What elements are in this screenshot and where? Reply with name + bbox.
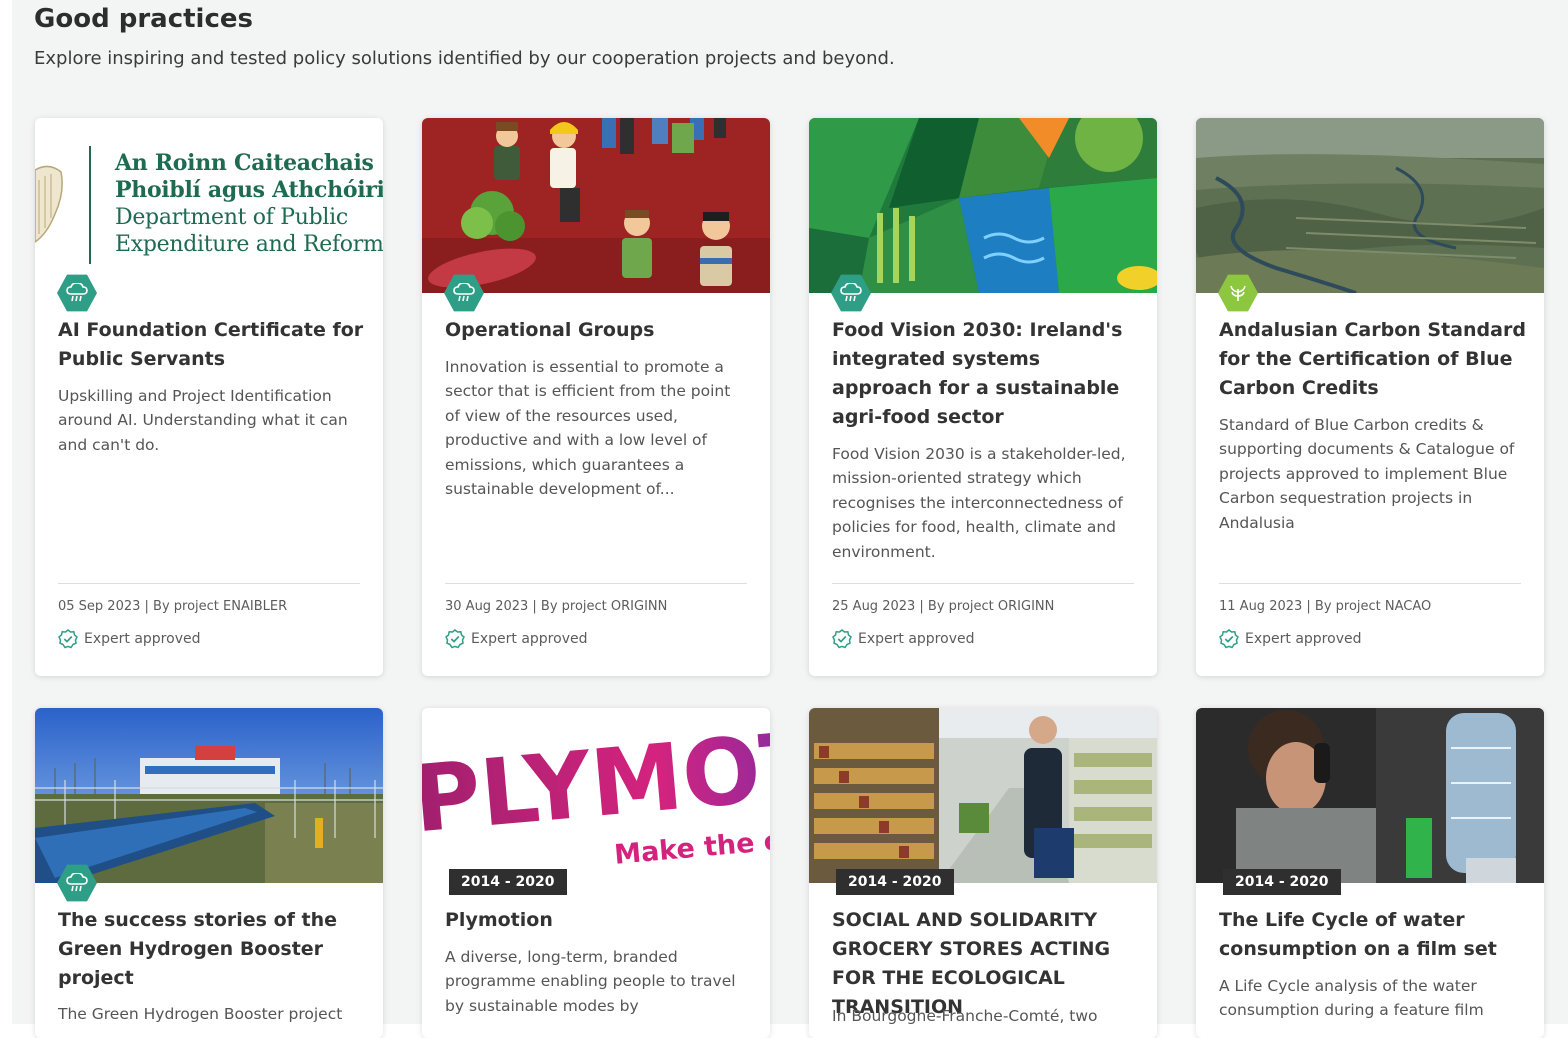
card-meta: 05 Sep 2023 | By project ENAIBLER	[58, 599, 288, 614]
period-tag: 2014 - 2020	[1223, 869, 1341, 895]
check-badge-icon	[445, 629, 465, 649]
department-logo-text: An Roinn Caiteachais Phoiblí agus Athchó…	[115, 150, 383, 257]
expert-approved-badge: Expert approved	[832, 629, 974, 649]
card-divider	[1219, 583, 1521, 584]
card-description: The Green Hydrogen Booster project	[58, 1005, 343, 1023]
card-title[interactable]: Plymotion	[445, 906, 752, 935]
expert-approved-badge: Expert approved	[58, 629, 200, 649]
card-image-plymotion-logo: PLYMOT Make the c	[422, 708, 770, 883]
card-image-toy-farmers	[422, 118, 770, 293]
card-title[interactable]: Food Vision 2030: Ireland's integrated s…	[832, 316, 1139, 432]
card-description: A diverse, long-term, branded programme …	[445, 948, 736, 1015]
card-image-department-logo: An Roinn Caiteachais Phoiblí agus Athchó…	[35, 118, 383, 293]
card-title[interactable]: The success stories of the Green Hydroge…	[58, 906, 365, 993]
check-badge-icon	[1219, 629, 1239, 649]
card-divider	[58, 583, 360, 584]
card-title[interactable]: Andalusian Carbon Standard for the Certi…	[1219, 316, 1526, 403]
card-description: Standard of Blue Carbon credits & suppor…	[1219, 416, 1515, 532]
period-tag: 2014 - 2020	[449, 869, 567, 895]
card-image-wetland-aerial	[1196, 118, 1544, 293]
practice-card[interactable]: The success stories of the Green Hydroge…	[35, 708, 383, 1038]
expert-approved-badge: Expert approved	[445, 629, 587, 649]
section-subtitle: Explore inspiring and tested policy solu…	[34, 48, 895, 69]
practice-card[interactable]: PLYMOT Make the c 2014 - 2020 Plymotion …	[422, 708, 770, 1038]
practice-card[interactable]: Andalusian Carbon Standard for the Certi…	[1196, 118, 1544, 676]
card-image-hydrogen-plant	[35, 708, 383, 883]
expert-approved-badge: Expert approved	[1219, 629, 1361, 649]
period-tag: 2014 - 2020	[836, 869, 954, 895]
card-divider	[445, 583, 747, 584]
practice-card[interactable]: Food Vision 2030: Ireland's integrated s…	[809, 118, 1157, 676]
card-description: Food Vision 2030 is a stakeholder-led, m…	[832, 445, 1126, 561]
card-title[interactable]: AI Foundation Certificate for Public Ser…	[58, 316, 365, 374]
card-description: Upskilling and Project Identification ar…	[58, 387, 348, 454]
card-image-grocery-store	[809, 708, 1157, 883]
card-title[interactable]: Operational Groups	[445, 316, 752, 345]
check-badge-icon	[832, 629, 852, 649]
card-meta: 30 Aug 2023 | By project ORIGINN	[445, 599, 668, 614]
card-description: A Life Cycle analysis of the water consu…	[1219, 977, 1484, 1020]
card-meta: 11 Aug 2023 | By project NACAO	[1219, 599, 1432, 614]
card-description: In Bourgogne-Franche-Comté, two	[832, 1007, 1098, 1025]
card-meta: 25 Aug 2023 | By project ORIGINN	[832, 599, 1055, 614]
section-title: Good practices	[34, 4, 253, 34]
check-badge-icon	[58, 629, 78, 649]
card-title[interactable]: The Life Cycle of water consumption on a…	[1219, 906, 1526, 964]
practice-card[interactable]: Operational Groups Innovation is essenti…	[422, 118, 770, 676]
card-image-agri-landscape	[809, 118, 1157, 293]
card-image-water-cooler	[1196, 708, 1544, 883]
practice-card[interactable]: An Roinn Caiteachais Phoiblí agus Athchó…	[35, 118, 383, 676]
practice-card[interactable]: 2014 - 2020 The Life Cycle of water cons…	[1196, 708, 1544, 1038]
card-description: Innovation is essential to promote a sec…	[445, 358, 731, 499]
card-divider	[832, 583, 1134, 584]
practice-card[interactable]: 2014 - 2020 SOCIAL AND SOLIDARITY GROCER…	[809, 708, 1157, 1038]
